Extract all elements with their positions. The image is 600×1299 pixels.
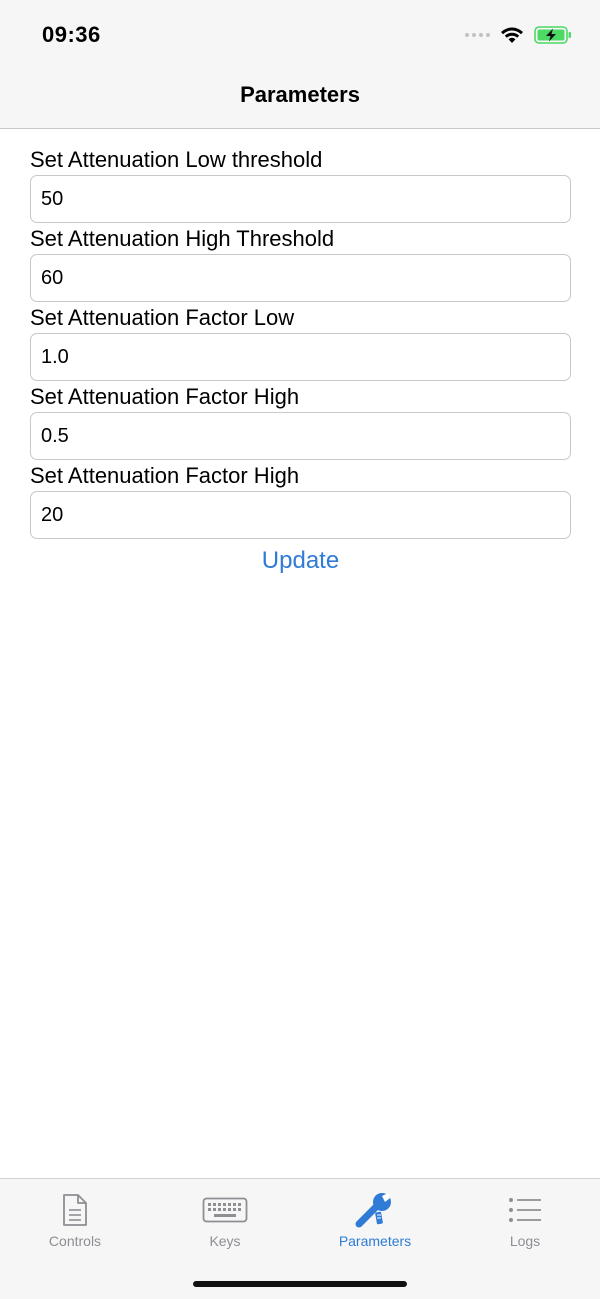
top-bar: 09:36 Parameters	[0, 0, 600, 129]
wrench-icon	[355, 1193, 391, 1228]
high-threshold-label: Set Attenuation High Threshold	[30, 226, 335, 251]
tab-parameters[interactable]: Parameters	[300, 1189, 450, 1249]
update-button[interactable]: Update	[262, 547, 339, 575]
high-threshold-input[interactable]	[30, 254, 571, 302]
tab-label: Keys	[209, 1233, 241, 1249]
parameters-form: Set Attenuation Low threshold Set Attenu…	[30, 144, 571, 575]
document-icon	[63, 1194, 87, 1226]
battery-charging-icon	[534, 26, 571, 44]
factor-high-second-input[interactable]	[30, 491, 571, 539]
low-threshold-input[interactable]	[30, 175, 571, 223]
tab-keys[interactable]: Keys	[150, 1189, 300, 1249]
factor-high-second-label: Set Attenuation Factor High	[30, 463, 300, 488]
screen: 09:36 Parameters Set Attenuation Low thr…	[0, 0, 600, 1299]
factor-high-label: Set Attenuation Factor High	[30, 384, 300, 409]
tab-label: Controls	[48, 1233, 102, 1249]
wifi-icon	[501, 27, 523, 43]
tab-label: Parameters	[338, 1233, 412, 1249]
factor-low-label: Set Attenuation Factor Low	[30, 305, 295, 330]
home-indicator	[193, 1281, 407, 1287]
status-time: 09:36	[42, 22, 101, 47]
factor-high-input[interactable]	[30, 412, 571, 460]
tab-controls[interactable]: Controls	[0, 1189, 150, 1249]
cellular-signal-icon	[465, 33, 490, 37]
factor-low-input[interactable]	[30, 333, 571, 381]
list-icon	[509, 1198, 541, 1222]
keyboard-icon	[202, 1197, 248, 1223]
low-threshold-label: Set Attenuation Low threshold	[30, 147, 323, 172]
page-title: Parameters	[240, 82, 360, 107]
status-icons	[465, 25, 572, 45]
tab-logs[interactable]: Logs	[450, 1189, 600, 1249]
tab-label: Logs	[509, 1233, 541, 1249]
